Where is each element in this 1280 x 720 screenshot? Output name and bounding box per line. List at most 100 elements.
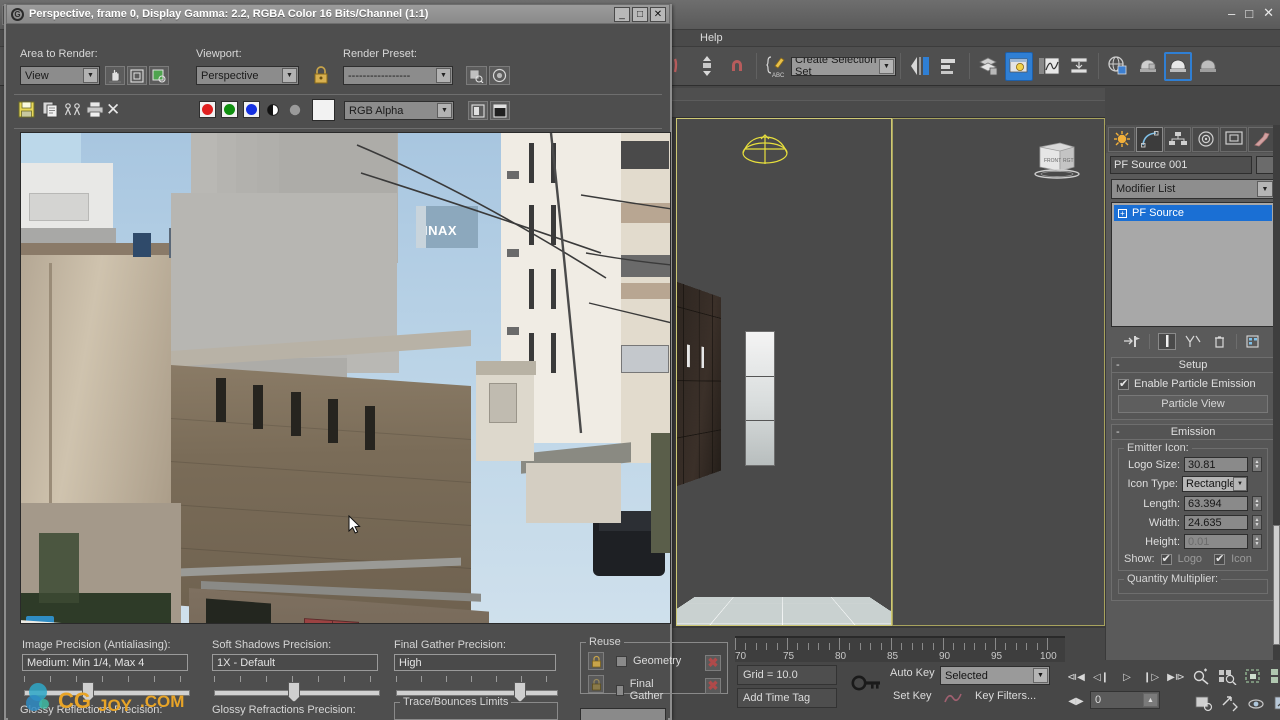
goto-start-button[interactable]: ⧏◀: [1065, 668, 1087, 686]
red-channel-icon[interactable]: [199, 101, 216, 118]
object-name-field[interactable]: PF Source 001: [1110, 156, 1252, 174]
zoom-icon[interactable]: [1190, 665, 1213, 687]
minimize-button[interactable]: _: [614, 7, 630, 22]
pin-stack-icon[interactable]: [1123, 333, 1141, 350]
reuse-final-gather-row[interactable]: Final Gather: [616, 678, 668, 702]
viewport-front[interactable]: FRONT RGT: [892, 118, 1105, 626]
scrollbar-thumb[interactable]: [1273, 525, 1280, 645]
expand-plus-icon[interactable]: +: [1118, 208, 1127, 218]
clear-geometry-cache-icon[interactable]: ✖: [705, 655, 721, 671]
production-preset-combo[interactable]: [580, 708, 666, 720]
named-selection-icon[interactable]: ABC: [762, 52, 790, 81]
key-curve-icon[interactable]: [943, 690, 963, 709]
auto-key-button[interactable]: Auto Key: [890, 667, 935, 679]
compare-images-icon[interactable]: [64, 102, 83, 120]
percent-snap-icon[interactable]: [723, 52, 751, 81]
command-panel-scrollbar[interactable]: [1273, 125, 1280, 660]
length-spinner[interactable]: ▲ ▼: [1252, 496, 1262, 511]
logo-size-input[interactable]: 30.81: [1184, 457, 1248, 472]
render-window-title-bar[interactable]: G Perspective, frame 0, Display Gamma: 2…: [6, 4, 670, 24]
chevron-down-icon[interactable]: ▼: [879, 58, 894, 74]
height-input[interactable]: 0.01: [1184, 534, 1248, 549]
image-precision-slider-knob[interactable]: [82, 682, 94, 702]
background-color-swatch[interactable]: [312, 99, 335, 121]
rendered-frame-window-icon[interactable]: [1164, 51, 1192, 81]
goto-end-button[interactable]: ▶⧐: [1165, 668, 1187, 686]
viewport-perspective[interactable]: [676, 118, 892, 626]
area-to-render-combo[interactable]: View ▼: [20, 66, 100, 85]
toggle-ui-icon[interactable]: [468, 101, 488, 120]
material-editor-icon[interactable]: [1104, 52, 1132, 81]
alpha-channel-icon[interactable]: [267, 104, 279, 119]
duplicate-view-icon[interactable]: [490, 101, 510, 120]
set-key-button[interactable]: Set Key: [893, 690, 932, 702]
minimize-button[interactable]: –: [1228, 6, 1235, 21]
image-precision-value[interactable]: Medium: Min 1/4, Max 4: [22, 654, 188, 671]
lock-icon[interactable]: [313, 66, 329, 88]
final-gather-value[interactable]: High: [394, 654, 556, 671]
key-mode-combo[interactable]: Selected ▼: [940, 666, 1050, 685]
save-image-icon[interactable]: [18, 101, 35, 121]
chevron-down-icon[interactable]: ▼: [437, 103, 452, 118]
align-icon[interactable]: [936, 52, 964, 81]
next-frame-button[interactable]: ❙▷: [1140, 668, 1162, 686]
add-time-tag-button[interactable]: Add Time Tag: [737, 688, 837, 708]
maximize-button[interactable]: □: [632, 7, 648, 22]
frame-spinner[interactable]: ▲: [1143, 693, 1158, 707]
key-filters-button[interactable]: Key Filters...: [975, 690, 1036, 702]
particle-emitter-gizmo[interactable]: [739, 131, 791, 167]
maximize-viewport-icon[interactable]: [1270, 692, 1280, 714]
zoom-extents-icon[interactable]: [1242, 665, 1265, 687]
reuse-geometry-checkbox[interactable]: [616, 655, 627, 667]
mirror-icon[interactable]: [906, 52, 934, 81]
reuse-final-gather-lock-icon[interactable]: [588, 675, 604, 693]
print-image-icon[interactable]: [86, 101, 104, 121]
width-spinner[interactable]: ▲ ▼: [1252, 515, 1262, 530]
configure-modifier-sets-icon[interactable]: [1245, 333, 1263, 350]
curve-editor-icon[interactable]: [1035, 52, 1063, 81]
motion-tab[interactable]: [1192, 126, 1219, 152]
width-input[interactable]: 24.635: [1184, 515, 1248, 530]
modifier-stack[interactable]: + PF Source: [1111, 202, 1275, 327]
monochrome-channel-icon[interactable]: [289, 104, 301, 119]
orbit-icon[interactable]: [1244, 692, 1267, 714]
show-logo-checkbox[interactable]: [1160, 552, 1172, 565]
layer-manager-icon[interactable]: [975, 52, 1003, 81]
pan-icon[interactable]: [1218, 692, 1241, 714]
zoom-all-icon[interactable]: [1216, 665, 1239, 687]
setup-rollout-header[interactable]: - Setup: [1112, 358, 1274, 373]
collapse-minus-icon[interactable]: -: [1116, 359, 1120, 371]
green-channel-icon[interactable]: [221, 101, 238, 118]
auto-region-icon[interactable]: [127, 66, 147, 85]
remove-modifier-icon[interactable]: [1210, 333, 1228, 350]
particle-view-button[interactable]: Particle View: [1118, 395, 1268, 413]
icon-type-combo[interactable]: Rectangle ▼: [1182, 476, 1248, 492]
previous-frame-button[interactable]: ◁❙: [1090, 668, 1112, 686]
show-icon-checkbox[interactable]: [1214, 552, 1226, 565]
enable-particle-emission-row[interactable]: Enable Particle Emission: [1118, 377, 1268, 390]
render-setup-icon[interactable]: [489, 66, 510, 85]
modifier-list-combo[interactable]: Modifier List ▼: [1111, 179, 1275, 199]
modify-tab[interactable]: [1136, 126, 1163, 152]
height-spinner[interactable]: ▲ ▼: [1252, 534, 1262, 549]
chevron-down-icon[interactable]: ▼: [1257, 181, 1273, 197]
chevron-down-icon[interactable]: ▼: [1033, 668, 1048, 683]
reuse-geometry-lock-icon[interactable]: [588, 652, 604, 670]
enable-particle-emission-checkbox[interactable]: [1118, 377, 1129, 390]
render-production-icon[interactable]: [1194, 52, 1222, 81]
close-button[interactable]: ✕: [650, 7, 666, 22]
edit-preset-icon[interactable]: [466, 66, 487, 85]
chevron-down-icon[interactable]: ▼: [282, 68, 297, 83]
render-preset-combo[interactable]: ----------------- ▼: [343, 66, 453, 85]
clear-final-gather-cache-icon[interactable]: ✖: [705, 678, 721, 694]
current-frame-input[interactable]: 0 ▲: [1090, 691, 1160, 709]
render-region-icon[interactable]: [149, 66, 169, 85]
blue-channel-icon[interactable]: [243, 101, 260, 118]
soft-shadows-value[interactable]: 1X - Default: [212, 654, 378, 671]
make-unique-icon[interactable]: [1184, 333, 1202, 350]
utilities-tab[interactable]: [1248, 126, 1275, 152]
clone-image-icon[interactable]: [42, 101, 59, 121]
field-of-view-icon[interactable]: [1192, 692, 1215, 714]
close-button[interactable]: ✕: [1263, 5, 1274, 21]
pan-area-icon[interactable]: [105, 66, 125, 85]
